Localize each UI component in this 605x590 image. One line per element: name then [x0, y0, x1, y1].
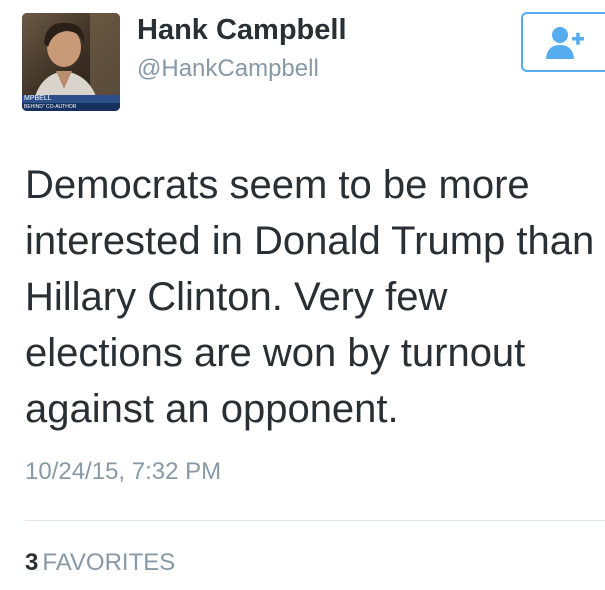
author-display-name[interactable]: Hank Campbell: [137, 14, 347, 47]
add-user-icon: [546, 27, 584, 59]
avatar-caption-main: MPBELL: [22, 95, 120, 103]
favorites-stat[interactable]: 3 FAVORITES: [25, 549, 175, 577]
tweet-text: Democrats seem to be more interested in …: [25, 163, 595, 431]
tweet-timestamp[interactable]: 10/24/15, 7:32 PM: [25, 458, 221, 486]
favorites-label: FAVORITES: [42, 549, 176, 576]
author-handle[interactable]: @HankCampbell: [137, 55, 319, 83]
follow-button[interactable]: [521, 12, 605, 72]
avatar-caption-sub: BEHIND" CO-AUTHOR: [22, 103, 120, 111]
divider: [25, 520, 605, 521]
tweet-card: MPBELL BEHIND" CO-AUTHOR Hank Campbell @…: [0, 0, 605, 590]
avatar[interactable]: MPBELL BEHIND" CO-AUTHOR: [22, 13, 120, 111]
favorites-count: 3: [25, 549, 39, 576]
